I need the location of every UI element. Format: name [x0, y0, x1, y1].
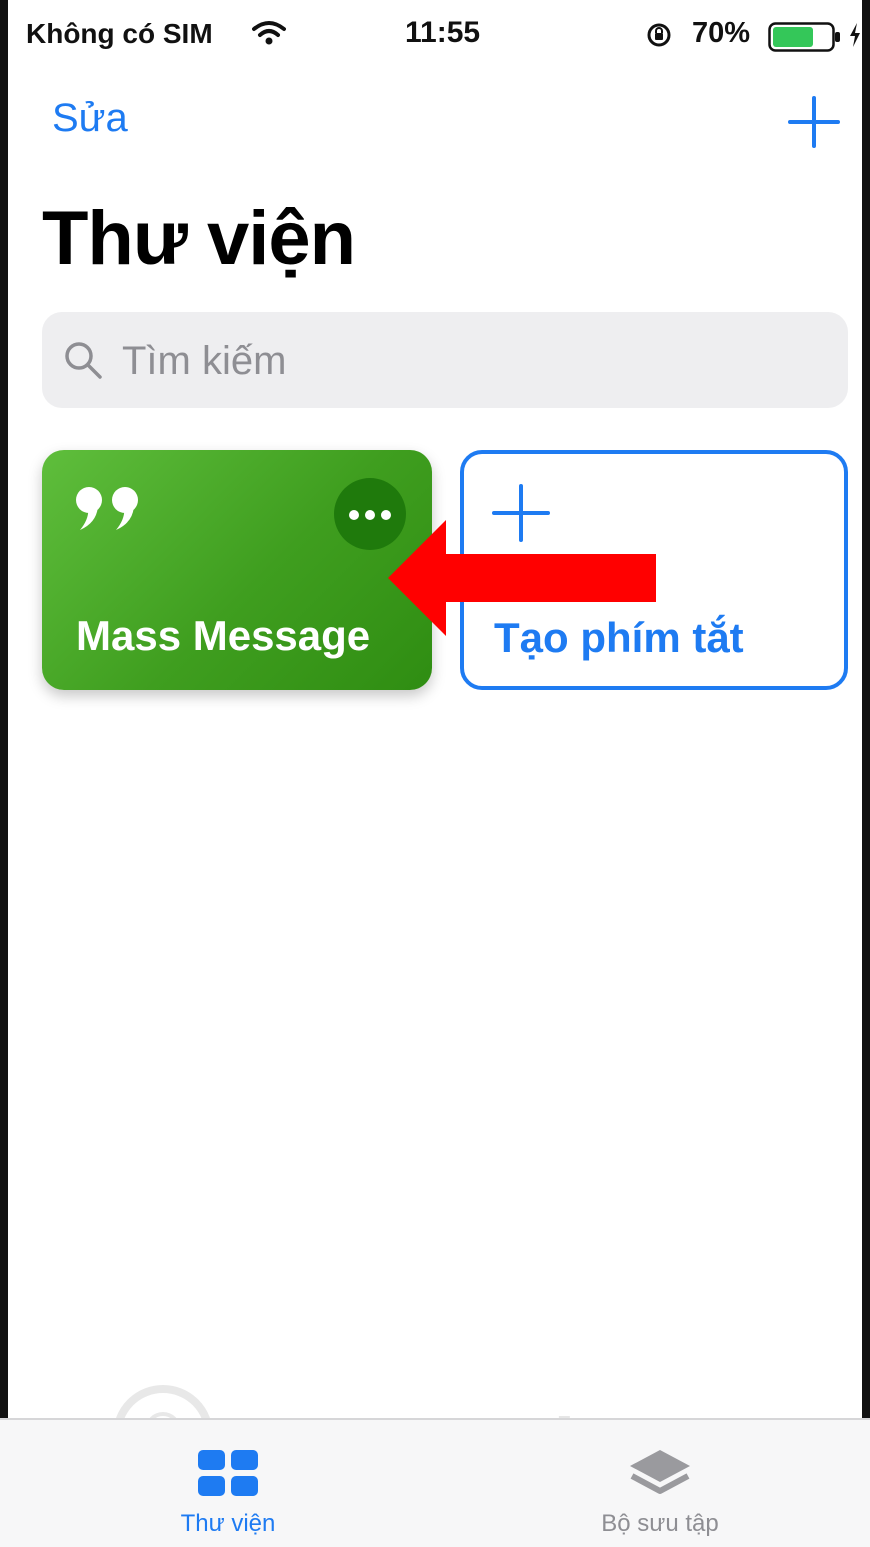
- rotation-lock-icon: [646, 22, 672, 53]
- add-shortcut-button[interactable]: [788, 96, 840, 148]
- page-title: Thư viện: [42, 196, 356, 281]
- tab-library-label: Thư viện: [180, 1510, 276, 1537]
- grid-icon: [196, 1448, 260, 1503]
- tab-bar: Thư viện Bộ sưu tập: [0, 1418, 870, 1547]
- shortcut-card-label: Mass Message: [76, 612, 371, 659]
- status-bar: Không có SIM 11:55 70%: [0, 0, 870, 80]
- plus-icon: [788, 96, 840, 148]
- red-arrow-annotation: [388, 520, 656, 641]
- tab-collection-label: Bộ sưu tập: [601, 1510, 719, 1537]
- wifi-icon: [252, 20, 286, 51]
- carrier-label: Không có SIM: [26, 18, 213, 49]
- search-icon: [62, 339, 104, 386]
- battery-icon: [768, 22, 842, 57]
- status-time: 11:55: [405, 16, 481, 49]
- search-input[interactable]: [120, 330, 824, 392]
- charging-icon: [848, 22, 862, 53]
- tab-library[interactable]: Thư viện: [98, 1420, 358, 1547]
- search-bar[interactable]: [42, 312, 848, 408]
- tab-collection[interactable]: Bộ sưu tập: [530, 1420, 790, 1547]
- quote-icon: [74, 486, 144, 537]
- layers-icon: [628, 1448, 692, 1507]
- battery-percent: 70%: [692, 17, 751, 49]
- shortcut-card-mass-message[interactable]: Mass Message: [42, 450, 432, 690]
- edit-button[interactable]: Sửa: [52, 96, 128, 141]
- ellipsis-icon: [349, 510, 359, 520]
